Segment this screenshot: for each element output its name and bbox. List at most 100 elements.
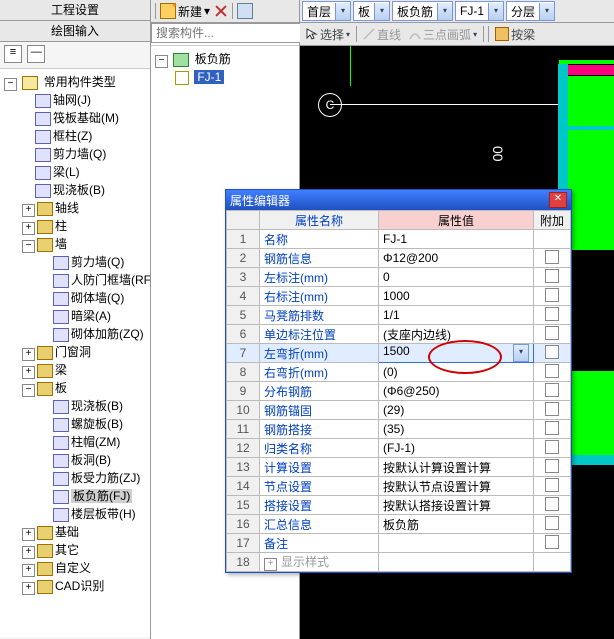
checkbox[interactable] xyxy=(545,307,559,321)
tree-item[interactable]: 框柱(Z) xyxy=(53,129,92,143)
expand-icon[interactable] xyxy=(22,564,35,577)
arc-tool[interactable]: 三点画弧▾ xyxy=(407,26,479,43)
context-combo[interactable]: FJ-1▾ xyxy=(455,1,504,21)
expand-icon[interactable] xyxy=(4,78,17,91)
property-row[interactable]: 1 名称 FJ-1 xyxy=(227,230,571,249)
tree-group[interactable]: 轴线 xyxy=(55,201,79,215)
property-value[interactable]: FJ-1 xyxy=(379,230,534,249)
tree-group[interactable]: 柱 xyxy=(55,219,67,233)
close-button[interactable]: ✕ xyxy=(549,192,567,208)
checkbox[interactable] xyxy=(545,364,559,378)
expand-icon[interactable] xyxy=(22,204,35,217)
tree-group[interactable]: 梁 xyxy=(55,363,67,377)
tree-item[interactable]: 板受力筋(ZJ) xyxy=(71,471,140,485)
tree-group[interactable]: 板 xyxy=(55,381,67,395)
search-input[interactable] xyxy=(151,23,316,43)
property-value[interactable]: (支座内边线) xyxy=(379,325,534,344)
property-value[interactable]: (FJ-1) xyxy=(379,439,534,458)
axis-bubble[interactable]: C xyxy=(318,93,342,117)
tree-group[interactable]: 墙 xyxy=(55,237,67,251)
tab-draw-input[interactable]: 绘图输入 xyxy=(0,21,150,42)
property-row[interactable]: 15 搭接设置 按默认搭接设置计算 xyxy=(227,496,571,515)
property-row[interactable]: 9 分布钢筋 (Φ6@250) xyxy=(227,382,571,401)
component-item-selected[interactable]: FJ-1 xyxy=(194,70,224,84)
tree-item[interactable]: 梁(L) xyxy=(53,165,80,179)
checkbox[interactable] xyxy=(545,497,559,511)
property-row[interactable]: 4 右标注(mm) 1000 xyxy=(227,287,571,306)
tree-item[interactable]: 砌体加筋(ZQ) xyxy=(71,327,144,341)
checkbox[interactable] xyxy=(545,459,559,473)
collapse-all-button[interactable]: — xyxy=(27,45,45,63)
checkbox[interactable] xyxy=(545,383,559,397)
tree-item[interactable]: 柱帽(ZM) xyxy=(71,435,120,449)
checkbox[interactable] xyxy=(545,478,559,492)
chevron-down-icon[interactable]: ▾ xyxy=(539,3,554,20)
tree-item[interactable]: 板洞(B) xyxy=(71,453,111,467)
property-value[interactable] xyxy=(379,553,534,572)
property-value[interactable]: 按默认搭接设置计算 xyxy=(379,496,534,515)
property-row[interactable]: 3 左标注(mm) 0 xyxy=(227,268,571,287)
tree-item[interactable]: 楼层板带(H) xyxy=(71,507,136,521)
checkbox[interactable] xyxy=(545,345,559,359)
context-combo[interactable]: 板▾ xyxy=(353,1,390,21)
tree-item[interactable]: 轴网(J) xyxy=(53,93,91,107)
tree-group[interactable]: 自定义 xyxy=(55,561,91,575)
col-header-name[interactable]: 属性名称 xyxy=(260,211,379,230)
expand-all-button[interactable]: ≡ xyxy=(4,45,22,63)
expand-icon[interactable] xyxy=(22,366,35,379)
property-value[interactable]: (Φ6@250) xyxy=(379,382,534,401)
dialog-titlebar[interactable]: 属性编辑器 ✕ xyxy=(226,190,571,210)
context-combo[interactable]: 分层▾ xyxy=(506,1,555,21)
property-row[interactable]: 11 钢筋搭接 (35) xyxy=(227,420,571,439)
tree-group[interactable]: CAD识别 xyxy=(55,579,104,593)
expand-icon[interactable] xyxy=(22,222,35,235)
property-row[interactable]: 10 钢筋锚固 (29) xyxy=(227,401,571,420)
tree-item[interactable]: 人防门框墙(RF xyxy=(71,273,150,287)
line-tool[interactable]: 直线 xyxy=(361,26,403,43)
tree-item[interactable]: 暗梁(A) xyxy=(71,309,111,323)
expand-icon[interactable] xyxy=(22,546,35,559)
expand-icon[interactable] xyxy=(22,582,35,595)
tree-item[interactable]: 螺旋板(B) xyxy=(71,417,123,431)
chevron-down-icon[interactable]: ▾ xyxy=(488,3,503,20)
tree-item[interactable]: 现浇板(B) xyxy=(53,183,105,197)
property-value[interactable]: 0 xyxy=(379,268,534,287)
property-value[interactable]: 1/1 xyxy=(379,306,534,325)
property-value[interactable]: 板负筋 xyxy=(379,515,534,534)
expand-icon[interactable] xyxy=(22,384,35,397)
property-value[interactable] xyxy=(379,534,534,553)
property-value[interactable]: (29) xyxy=(379,401,534,420)
tab-project-settings[interactable]: 工程设置 xyxy=(0,0,150,21)
component-tree[interactable]: 常用构件类型 轴网(J)筏板基础(M)框柱(Z)剪力墙(Q)梁(L)现浇板(B)… xyxy=(0,69,150,637)
expand-icon[interactable] xyxy=(22,240,35,253)
checkbox[interactable] xyxy=(545,326,559,340)
property-value[interactable]: 1000 xyxy=(379,287,534,306)
property-row[interactable]: 7 左弯折(mm) 1500▾ xyxy=(227,344,571,363)
property-value[interactable]: 按默认计算设置计算 xyxy=(379,458,534,477)
property-row[interactable]: 14 节点设置 按默认节点设置计算 xyxy=(227,477,571,496)
col-header-extra[interactable]: 附加 xyxy=(534,211,571,230)
property-value[interactable]: (0) xyxy=(379,363,534,382)
property-value[interactable]: 按默认节点设置计算 xyxy=(379,477,534,496)
property-row[interactable]: 6 单边标注位置 (支座内边线) xyxy=(227,325,571,344)
col-header-value[interactable]: 属性值 xyxy=(379,211,534,230)
checkbox[interactable] xyxy=(545,535,559,549)
expand-icon[interactable]: + xyxy=(264,558,277,571)
property-row[interactable]: 16 汇总信息 板负筋 xyxy=(227,515,571,534)
property-row[interactable]: 17 备注 xyxy=(227,534,571,553)
tree-item[interactable]: 剪力墙(Q) xyxy=(53,147,106,161)
chevron-down-icon[interactable]: ▾ xyxy=(513,344,529,362)
tree-root-label[interactable]: 常用构件类型 xyxy=(44,75,116,89)
select-tool[interactable]: 选择▾ xyxy=(304,26,352,43)
tree-item[interactable]: 现浇板(B) xyxy=(71,399,123,413)
property-row[interactable]: 18 +显示样式 xyxy=(227,553,571,572)
property-value[interactable]: Φ12@200 xyxy=(379,249,534,268)
chevron-down-icon[interactable]: ▾ xyxy=(374,3,389,20)
checkbox[interactable] xyxy=(545,440,559,454)
tree-item[interactable]: 剪力墙(Q) xyxy=(71,255,124,269)
category-label[interactable]: 板负筋 xyxy=(195,52,231,66)
property-row[interactable]: 5 马凳筋排数 1/1 xyxy=(227,306,571,325)
new-button[interactable]: 新建 ▾ xyxy=(160,3,210,20)
align-tool[interactable]: 按梁 xyxy=(493,26,537,43)
tree-item[interactable]: 板负筋(FJ) xyxy=(71,489,132,503)
